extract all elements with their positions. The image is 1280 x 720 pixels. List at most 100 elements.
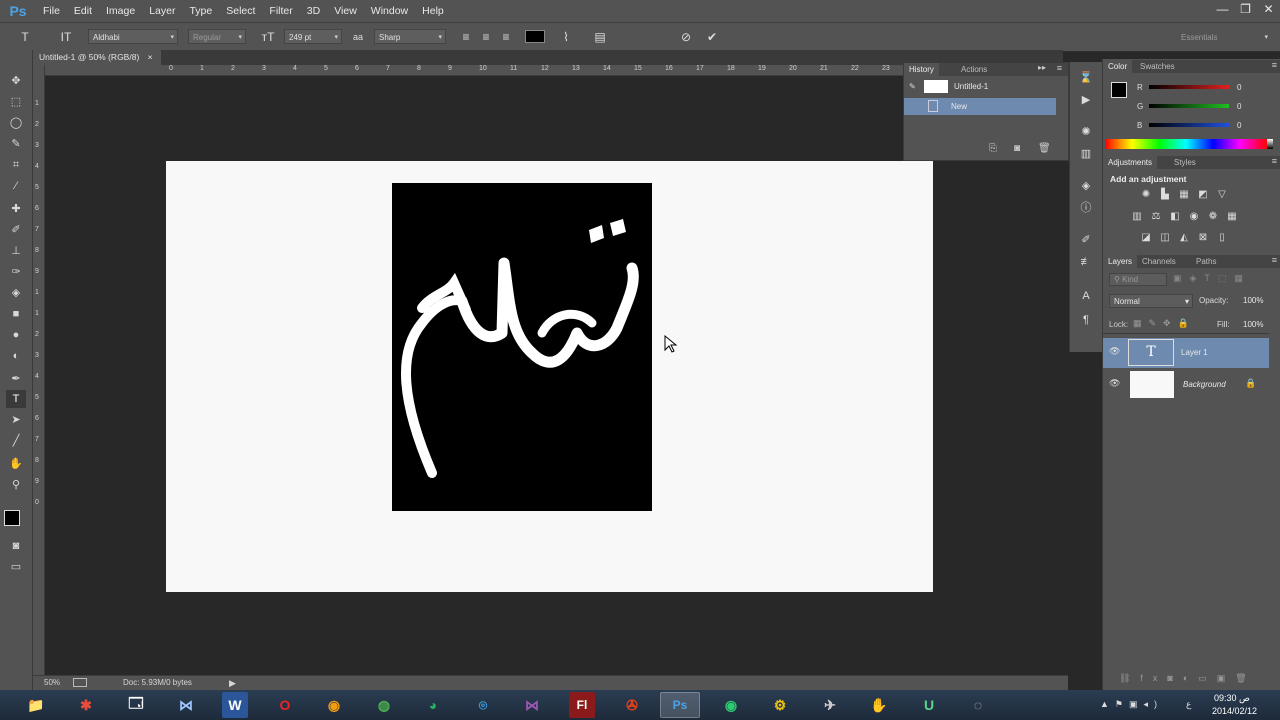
menu-edit[interactable]: Edit: [67, 0, 99, 22]
history-snapshot-row[interactable]: ✎ Untitled-1: [904, 77, 1056, 96]
marquee-tool-icon[interactable]: ⬚: [6, 93, 26, 111]
font-style-select[interactable]: Regular ▾: [188, 29, 246, 44]
levels-icon[interactable]: ▙: [1158, 189, 1172, 201]
minimize-button[interactable]: —: [1211, 0, 1234, 18]
blur-tool-icon[interactable]: ●: [6, 326, 26, 344]
status-menu-arrow-icon[interactable]: ▶: [229, 676, 236, 690]
taskbar-word-icon[interactable]: W: [222, 692, 248, 718]
commit-edit-icon[interactable]: ✔: [704, 28, 720, 46]
color-panel-menu-icon[interactable]: ≡: [1272, 60, 1277, 70]
gradient-map-icon[interactable]: ▯: [1215, 232, 1229, 244]
eyedropper-tool-icon[interactable]: ⁄: [6, 177, 26, 195]
text-color-swatch[interactable]: [525, 30, 545, 43]
taskbar-chrome-icon[interactable]: ◍: [364, 692, 404, 718]
black-white-ramp[interactable]: [1267, 139, 1273, 149]
taskbar-window-icon[interactable]: 🗔: [116, 692, 156, 718]
move-tool-icon[interactable]: ✥: [6, 72, 26, 90]
layer-name[interactable]: Background: [1183, 380, 1226, 389]
tab-channels[interactable]: Channels: [1137, 255, 1181, 268]
taskbar-app-icon[interactable]: ✱: [66, 692, 106, 718]
layers-panel-menu-icon[interactable]: ≡: [1272, 255, 1277, 265]
brush-panel-icon[interactable]: ≢: [1077, 254, 1095, 270]
history-brush-source-icon[interactable]: ✎: [909, 77, 916, 96]
text-layer-box[interactable]: تمام: [392, 183, 652, 511]
document-tab[interactable]: Untitled-1 @ 50% (RGB/8) ×: [33, 50, 161, 65]
hue-saturation-icon[interactable]: ▥: [1130, 211, 1144, 223]
zoom-tool-icon[interactable]: ⚲: [6, 476, 26, 494]
close-document-icon[interactable]: ×: [148, 52, 153, 62]
taskbar-app-icon[interactable]: ⚙: [760, 692, 800, 718]
taskbar-app-icon[interactable]: ◌: [958, 692, 998, 718]
foreground-color-swatch[interactable]: [4, 510, 20, 526]
layer-filter-icons[interactable]: ▣◈T⬚▦: [1173, 273, 1251, 284]
opacity-field[interactable]: 100%: [1243, 294, 1279, 308]
system-tray-icons[interactable]: ▲⚑▣◂): [1100, 699, 1163, 710]
visibility-eye-icon[interactable]: 👁: [1109, 346, 1120, 357]
restore-button[interactable]: ❐: [1234, 0, 1257, 18]
pen-tool-icon[interactable]: ✒: [6, 370, 26, 388]
layer-name[interactable]: Layer 1: [1181, 348, 1208, 357]
taskbar-explorer-icon[interactable]: 📁: [16, 692, 56, 718]
layer-row-layer-1[interactable]: 👁 T Layer 1: [1103, 338, 1269, 368]
posterize-icon[interactable]: ◫: [1158, 232, 1172, 244]
screen-mode-icon[interactable]: ▭: [6, 558, 26, 576]
channel-mixer-icon[interactable]: ❁: [1206, 211, 1220, 223]
menu-filter[interactable]: Filter: [262, 0, 299, 22]
adjustments-panel-menu-icon[interactable]: ≡: [1272, 156, 1277, 166]
clock-date[interactable]: 2014/02/12: [1212, 706, 1257, 716]
menu-type[interactable]: Type: [182, 0, 219, 22]
curves-icon[interactable]: ▦: [1177, 189, 1191, 201]
quick-selection-tool-icon[interactable]: ✎: [6, 135, 26, 153]
brush-presets-panel-icon[interactable]: ✐: [1077, 232, 1095, 248]
cancel-edit-icon[interactable]: ⊘: [678, 28, 694, 46]
tab-paths[interactable]: Paths: [1191, 255, 1221, 268]
clock-time[interactable]: 09:30 ص: [1214, 693, 1250, 704]
menu-layer[interactable]: Layer: [142, 0, 182, 22]
tab-color[interactable]: Color: [1103, 60, 1133, 73]
tab-actions[interactable]: Actions: [956, 63, 992, 76]
histogram-panel-icon[interactable]: ▥: [1077, 146, 1095, 162]
gradient-tool-icon[interactable]: ■: [6, 305, 26, 323]
history-brush-tool-icon[interactable]: ✑: [6, 263, 26, 281]
close-button[interactable]: ✕: [1257, 0, 1280, 18]
menu-window[interactable]: Window: [364, 0, 415, 22]
menu-view[interactable]: View: [327, 0, 364, 22]
layer-filter-kind-select[interactable]: ⚲ Kind: [1109, 273, 1167, 286]
align-left-icon[interactable]: ≡: [458, 28, 474, 46]
create-document-from-state-icon[interactable]: ⎘: [989, 143, 997, 154]
photo-filter-icon[interactable]: ◉: [1187, 211, 1201, 223]
layer-row-background[interactable]: 👁 Background 🔒: [1103, 370, 1269, 400]
crop-tool-icon[interactable]: ⌗: [6, 156, 26, 174]
vibrance-icon[interactable]: ▽: [1215, 189, 1229, 201]
tab-swatches[interactable]: Swatches: [1135, 60, 1180, 73]
color-lookup-icon[interactable]: ▦: [1225, 211, 1239, 223]
healing-brush-tool-icon[interactable]: ✚: [6, 200, 26, 218]
antialias-select[interactable]: Sharp ▾: [374, 29, 446, 44]
tab-layers[interactable]: Layers: [1103, 255, 1138, 268]
lasso-tool-icon[interactable]: ◯: [6, 114, 26, 132]
hand-tool-icon[interactable]: ✋: [6, 455, 26, 473]
taskbar-app-icon[interactable]: ◕: [413, 692, 453, 718]
brush-tool-icon[interactable]: ✐: [6, 221, 26, 239]
language-indicator[interactable]: ع: [1186, 699, 1191, 710]
taskbar-app-icon[interactable]: ⋈: [166, 692, 206, 718]
align-right-icon[interactable]: ≡: [498, 28, 514, 46]
menu-file[interactable]: File: [36, 0, 67, 22]
warp-text-icon[interactable]: ⌇: [558, 28, 574, 46]
status-export-icon[interactable]: [73, 678, 87, 687]
menu-image[interactable]: Image: [99, 0, 142, 22]
text-orientation-icon[interactable]: IT: [58, 28, 74, 46]
taskbar-opera-icon[interactable]: O: [265, 692, 305, 718]
threshold-icon[interactable]: ◭: [1177, 232, 1191, 244]
info-panel-icon[interactable]: ⓘ: [1077, 200, 1095, 216]
collapse-panel-icon[interactable]: ▸▸: [1038, 63, 1046, 72]
invert-icon[interactable]: ◪: [1139, 232, 1153, 244]
exposure-icon[interactable]: ◩: [1196, 189, 1210, 201]
zoom-level[interactable]: 50%: [44, 676, 60, 690]
line-tool-icon[interactable]: ╱: [6, 432, 26, 450]
workspace-select[interactable]: Essentials ▾: [1176, 29, 1272, 44]
channel-b-slider[interactable]: [1149, 123, 1229, 127]
type-tool-preset-icon[interactable]: T: [16, 28, 34, 46]
path-selection-tool-icon[interactable]: ➤: [6, 411, 26, 429]
menu-3d[interactable]: 3D: [300, 0, 327, 22]
